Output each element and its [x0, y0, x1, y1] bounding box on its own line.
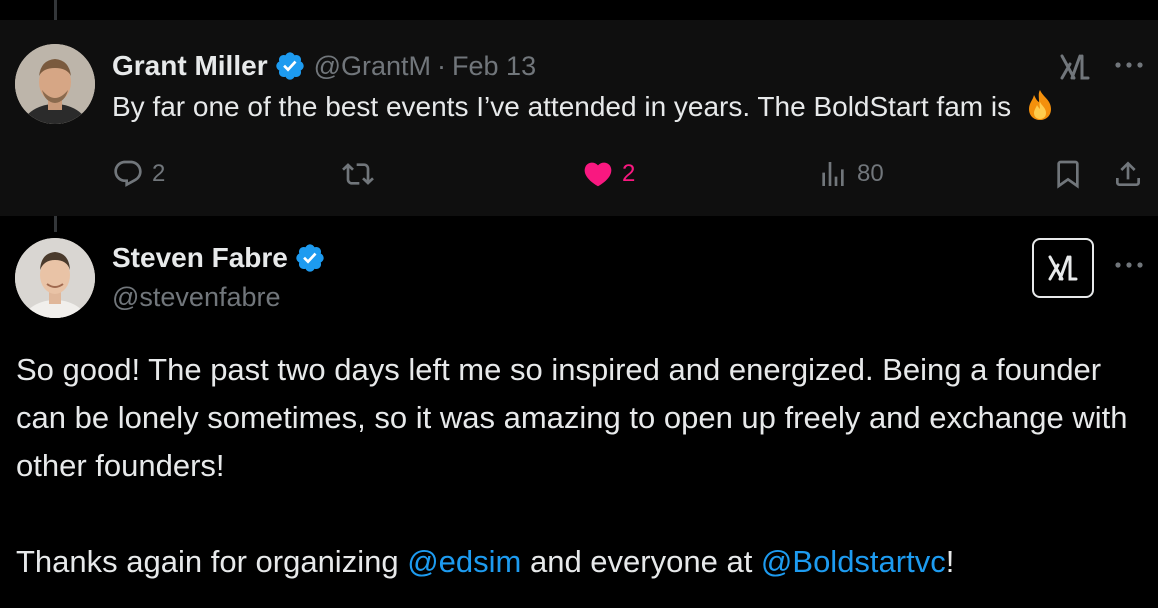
- bookmark-button[interactable]: [1052, 156, 1092, 192]
- reply-button[interactable]: 2: [112, 156, 165, 192]
- grok-icon: [1048, 255, 1078, 281]
- more-options-icon[interactable]: [1112, 48, 1146, 82]
- text-segment: Thanks again for organizing: [16, 544, 408, 579]
- repost-button[interactable]: [342, 156, 382, 192]
- mention-link[interactable]: @Boldstartvc: [761, 544, 946, 579]
- tweet-text: By far one of the best events I’ve atten…: [112, 88, 1057, 123]
- repost-icon: [342, 163, 374, 185]
- tweet-actions: 2 2 80: [112, 156, 1146, 192]
- author-name[interactable]: Grant Miller: [112, 50, 268, 82]
- tweet-paragraph: So good! The past two days left me so in…: [16, 352, 1128, 483]
- thread-connector-mid: [54, 216, 57, 232]
- share-button[interactable]: [1112, 156, 1152, 192]
- grok-button[interactable]: [1032, 238, 1094, 298]
- author-handle[interactable]: @GrantM: [314, 51, 431, 82]
- views-chart-icon: [822, 162, 844, 186]
- tweet-text: So good! The past two days left me so in…: [16, 346, 1136, 586]
- avatar[interactable]: [15, 44, 95, 124]
- like-count: 2: [622, 160, 636, 187]
- author-handle[interactable]: @stevenfabre: [112, 282, 281, 313]
- text-segment: !: [945, 544, 955, 579]
- bookmark-icon: [1057, 160, 1079, 189]
- parent-tweet[interactable]: Grant Miller @GrantM · Feb 13 By far one…: [0, 20, 1158, 216]
- tweet-header: Grant Miller @GrantM · Feb 13: [112, 46, 536, 86]
- mention-link[interactable]: @edsim: [407, 544, 521, 579]
- like-button[interactable]: 2: [582, 156, 635, 192]
- tweet-header: Steven Fabre: [112, 238, 326, 278]
- tweet-paragraph: Thanks again for organizing @edsim and e…: [16, 538, 1136, 586]
- verified-badge-icon: [275, 52, 304, 80]
- text-segment: and everyone at: [521, 544, 761, 579]
- grok-icon[interactable]: [1058, 50, 1092, 84]
- views-button[interactable]: 80: [817, 156, 884, 192]
- verified-badge-icon: [296, 244, 324, 272]
- avatar[interactable]: [15, 238, 95, 318]
- separator-dot: ·: [437, 50, 447, 81]
- more-options-icon[interactable]: [1112, 248, 1146, 282]
- share-icon: [1116, 161, 1140, 186]
- tweet-text-content: By far one of the best events I’ve atten…: [112, 91, 1012, 122]
- reply-count: 2: [152, 160, 166, 187]
- views-count: 80: [857, 160, 884, 187]
- heart-icon: [584, 162, 612, 187]
- thread-connector-top: [54, 0, 57, 20]
- reply-icon: [114, 160, 142, 187]
- author-name[interactable]: Steven Fabre: [112, 242, 288, 274]
- fire-emoji-icon: [1028, 90, 1051, 120]
- tweet-date[interactable]: Feb 13: [452, 51, 536, 82]
